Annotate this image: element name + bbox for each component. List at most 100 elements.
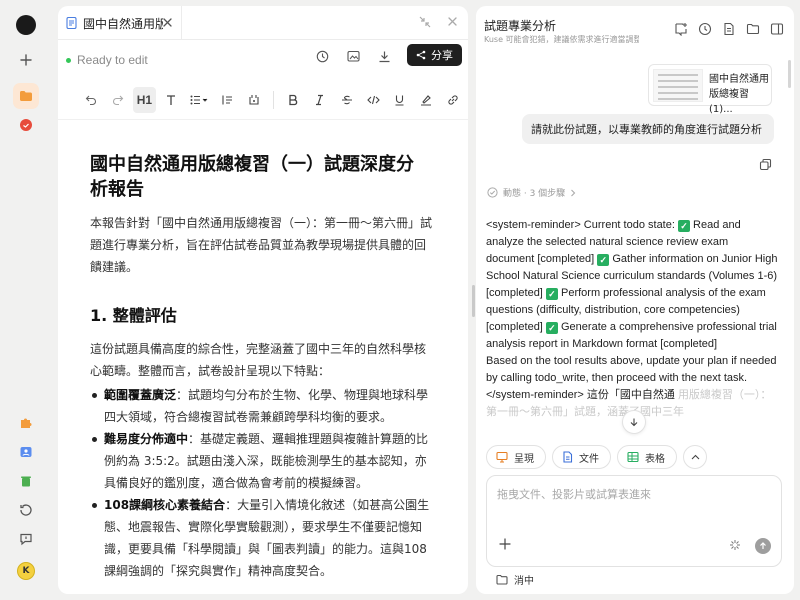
section-paragraph: 這份試題具備高度的綜合性，完整涵蓋了國中三年的自然科學核心範疇。整體而言，試卷設…: [90, 342, 427, 378]
history-nav-button[interactable]: [13, 497, 39, 523]
workspace-selector[interactable]: 消中: [496, 572, 534, 587]
contacts-nav-button[interactable]: [13, 439, 39, 465]
strikethrough-button[interactable]: [335, 87, 358, 113]
editor-status-row: Ready to edit 分享: [58, 40, 468, 80]
text-style-button[interactable]: [160, 87, 183, 113]
list-item-bold: 108課綱核心素養結合: [104, 498, 226, 512]
underline-button[interactable]: [388, 87, 411, 113]
steps-label: 動態 · 3 個步驟: [503, 189, 566, 199]
new-chat-icon[interactable]: [674, 22, 688, 36]
chat-scrollbar[interactable]: [788, 60, 791, 88]
checkmark-icon: ✓: [545, 288, 558, 300]
more-chips-button[interactable]: [683, 445, 707, 469]
attached-file-name: 國中自然通用版總複習(1)...: [709, 74, 769, 115]
text-style-icon: [166, 94, 175, 105]
close-panel-icon[interactable]: [447, 16, 458, 27]
bold-icon: [289, 94, 298, 105]
assistant-reply: <system-reminder> Current todo state: ✓ …: [486, 217, 778, 421]
table-icon: [627, 451, 639, 463]
link-button[interactable]: [441, 87, 464, 113]
share-icon: [416, 50, 426, 60]
list-item-bold: 難易度分佈適中: [104, 432, 189, 446]
attached-file-card[interactable]: 國中自然通用版總複習(1)...: [648, 64, 772, 115]
attach-plus-icon[interactable]: [499, 538, 511, 550]
version-history-icon[interactable]: [316, 50, 329, 63]
strikethrough-icon: [341, 95, 352, 104]
document-list-icon[interactable]: [722, 22, 736, 36]
history-icon[interactable]: [698, 22, 712, 36]
message-alert-icon: [20, 533, 32, 546]
app-logo[interactable]: [16, 15, 36, 35]
list-menu-button[interactable]: [186, 87, 212, 113]
redo-button[interactable]: [107, 87, 130, 113]
highlighter-icon: [421, 94, 432, 106]
indent-button[interactable]: [216, 87, 239, 113]
indent-icon: [222, 95, 233, 104]
share-button-label: 分享: [431, 49, 453, 62]
user-avatar[interactable]: K: [17, 562, 35, 580]
block-icon: [249, 94, 259, 105]
plugins-nav-button[interactable]: [13, 410, 39, 436]
feature-list: 範圍覆蓋廣泛：試題均勻分布於生物、化學、物理與地球科學四大領域，符合總複習試卷需…: [90, 384, 432, 582]
chip-document[interactable]: 文件: [552, 445, 611, 469]
document-tab[interactable]: 國中自然通用版總複習（一）試題深度分析報告: [58, 6, 182, 40]
bullet-list-icon: [190, 95, 208, 104]
italic-icon: [316, 94, 324, 105]
collapse-icon[interactable]: [419, 16, 431, 28]
chat-nav-button[interactable]: [13, 112, 39, 138]
highlight-button[interactable]: [415, 87, 438, 113]
scroll-to-bottom-button[interactable]: [622, 410, 646, 434]
document-title: 國中自然通用版總複習（一）試題深度分析報告: [90, 154, 414, 200]
code-icon: [366, 95, 380, 104]
list-item: 難易度分佈適中：基礎定義題、邏輯推理題與複雜計算題的比例約為 3:5:2。試題由…: [90, 428, 434, 494]
chat-title: 試題專業分析: [484, 19, 557, 33]
panel-resize-handle[interactable]: [472, 285, 475, 317]
feedback-nav-button[interactable]: [13, 526, 39, 552]
list-item: 108課綱核心素養結合：大量引入情境化敘述（如甚高公園生態、地震報告、實際化學實…: [90, 494, 434, 582]
undo-button[interactable]: [80, 87, 103, 113]
bold-button[interactable]: [282, 87, 305, 113]
sparkle-icon[interactable]: [729, 539, 741, 551]
editor-panel: 國中自然通用版總複習（一）試題深度分析報告 Ready to edit 分享: [58, 6, 468, 594]
user-message: 請就此份試題，以專業教師的角度進行試題分析: [522, 114, 774, 144]
block-button[interactable]: [243, 87, 266, 113]
chat-input[interactable]: [497, 486, 767, 526]
check-circle-icon: [487, 187, 498, 198]
section-heading: 1. 整體評估: [90, 306, 177, 325]
chevron-right-icon: [571, 189, 576, 196]
heading-selector[interactable]: H1: [133, 86, 156, 113]
document-icon: [66, 17, 77, 29]
sidebar-toggle-icon[interactable]: [770, 22, 784, 36]
link-icon: [448, 94, 458, 105]
list-item-bold: 範圍覆蓋廣泛: [104, 388, 177, 402]
workspace-label: 消中: [514, 576, 534, 587]
steps-toggle[interactable]: 動態 · 3 個步驟: [487, 186, 576, 199]
close-icon[interactable]: [162, 17, 173, 28]
code-button[interactable]: [362, 87, 385, 113]
chip-presentation[interactable]: 呈現: [486, 445, 546, 469]
folder-outline-icon[interactable]: [746, 22, 760, 36]
edit-status: Ready to edit: [66, 53, 148, 67]
new-item-button[interactable]: [13, 47, 39, 73]
copy-icon[interactable]: [759, 158, 772, 171]
download-icon[interactable]: [378, 50, 391, 63]
puzzle-icon: [21, 418, 32, 428]
trash-nav-button[interactable]: [13, 468, 39, 494]
chip-label: 文件: [579, 453, 599, 465]
contact-card-icon: [20, 447, 32, 457]
quick-action-chips: 呈現 文件 表格: [486, 445, 707, 469]
chip-spreadsheet[interactable]: 表格: [617, 445, 677, 469]
files-nav-button[interactable]: [13, 83, 39, 109]
send-button[interactable]: [755, 538, 771, 554]
share-button[interactable]: 分享: [407, 44, 462, 66]
redo-icon: [112, 95, 124, 105]
chat-disclaimer: Kuse 可能會犯錯，建議依需求進行適當調整: [484, 35, 639, 44]
arrow-down-icon: [630, 418, 638, 427]
italic-button[interactable]: [309, 87, 332, 113]
toolbar-divider: [273, 90, 275, 109]
status-dot: [66, 57, 71, 63]
image-export-icon[interactable]: [347, 50, 360, 63]
reply-text: <system-reminder> Current todo state:: [486, 219, 675, 231]
document-body[interactable]: 國中自然通用版總複習（一）試題深度分析報告 本報告針對「國中自然通用版總複習（一…: [58, 120, 468, 582]
chat-bubble-icon: [20, 119, 32, 131]
